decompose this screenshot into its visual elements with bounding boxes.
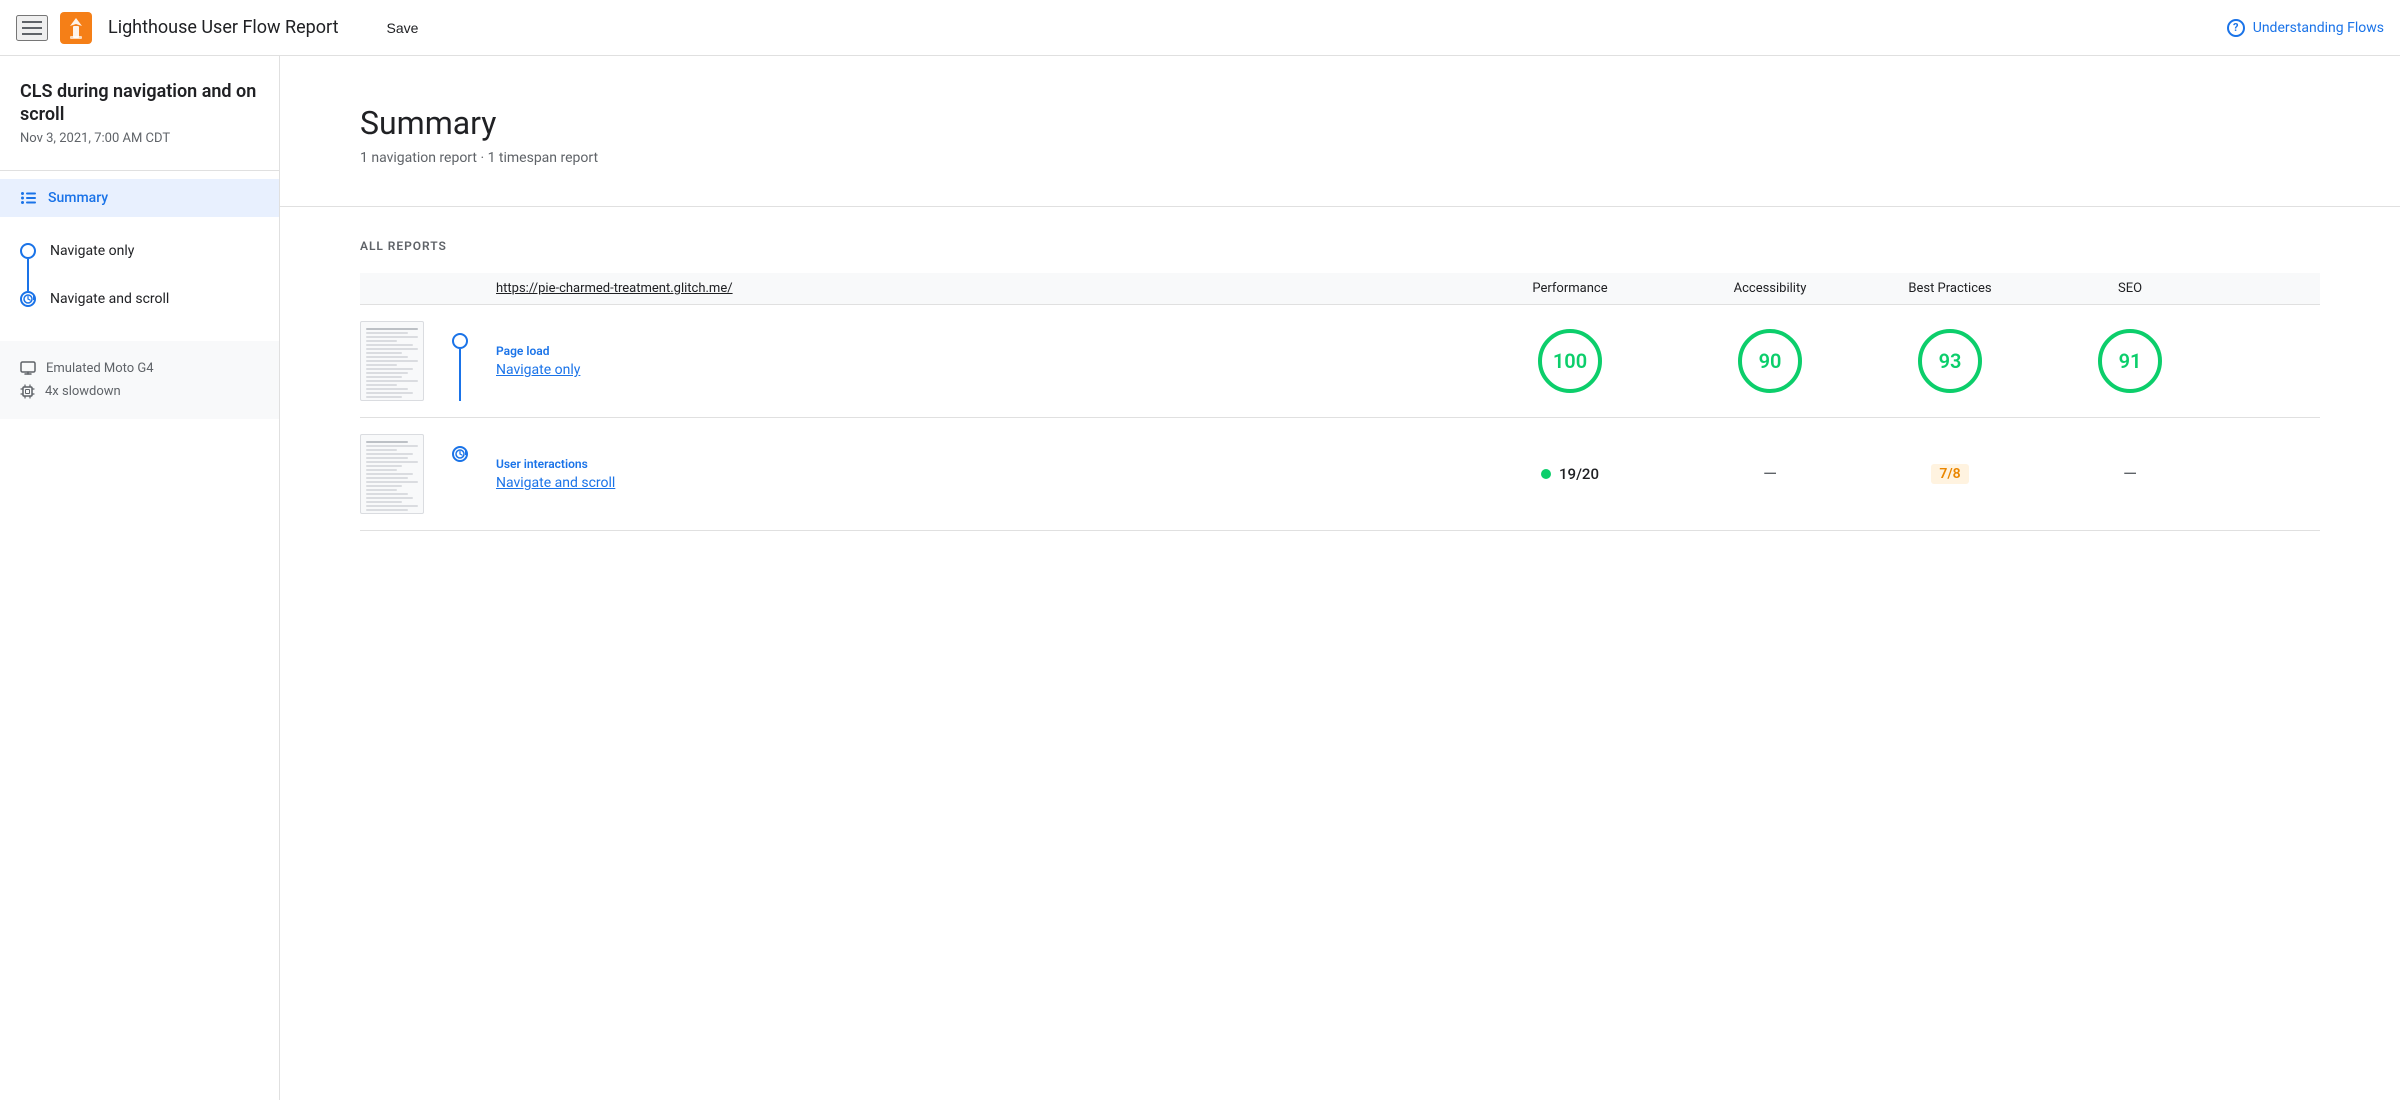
- score-circle-a11y-1: 90: [1738, 329, 1802, 393]
- row2-timeline: [440, 434, 480, 514]
- understanding-flows-label: Understanding Flows: [2253, 20, 2384, 36]
- header-left: Lighthouse User Flow Report Save: [16, 12, 430, 44]
- cpu-icon: [20, 384, 35, 399]
- device-label: Emulated Moto G4: [46, 361, 154, 376]
- lighthouse-logo: [60, 12, 92, 44]
- score-circle-perf-1: 100: [1538, 329, 1602, 393]
- understanding-flows-link[interactable]: ? Understanding Flows: [2227, 19, 2384, 37]
- report-row-2-info: User interactions Navigate and scroll: [480, 457, 1460, 491]
- timeline-dot-scroll: [20, 291, 36, 307]
- score-performance-2: 19/20: [1460, 465, 1680, 483]
- timeline-clock-2: [452, 446, 468, 462]
- timeline-dot-navigate: [20, 243, 36, 259]
- col-timeline-spacer: [440, 281, 480, 296]
- col-url-header: https://pie-charmed-treatment.glitch.me/: [480, 281, 1460, 296]
- table-row: User interactions Navigate and scroll 19…: [360, 418, 2320, 531]
- sidebar-item-summary[interactable]: Summary: [0, 179, 279, 217]
- slowdown-label: 4x slowdown: [45, 384, 121, 399]
- score-bestpractices-1: 93: [1860, 329, 2040, 393]
- sidebar-nav-navigate-only[interactable]: Navigate only: [50, 243, 134, 259]
- score-accessibility-1: 90: [1680, 329, 1860, 393]
- project-date: Nov 3, 2021, 7:00 AM CDT: [0, 131, 279, 166]
- main-content: Summary 1 navigation report · 1 timespan…: [280, 56, 2400, 1100]
- sidebar-nav-items: Navigate only Navigat: [0, 217, 279, 333]
- report-row-1-info: Page load Navigate only: [480, 344, 1460, 378]
- timespan-score-orange: 7/8: [1931, 464, 1968, 484]
- help-icon: ?: [2227, 19, 2245, 37]
- dash-1: —: [1763, 464, 1777, 485]
- col-seo-header: SEO: [2040, 281, 2220, 296]
- nav-timeline: Navigate only Navigat: [0, 233, 279, 317]
- col-best-practices-header: Best Practices: [1860, 281, 2040, 296]
- score-accessibility-2: —: [1680, 464, 1860, 485]
- sidebar-divider: [0, 170, 279, 171]
- project-title: CLS during navigation and on scroll: [0, 80, 279, 131]
- monitor-icon: [20, 361, 36, 375]
- row1-timeline: [440, 321, 480, 401]
- col-thumb-spacer: [360, 281, 440, 296]
- report-link-2[interactable]: Navigate and scroll: [496, 475, 615, 491]
- timespan-value-green: 19/20: [1559, 465, 1599, 483]
- list-icon: [20, 189, 38, 207]
- reports-section: ALL REPORTS https://pie-charmed-treatmen…: [280, 207, 2400, 563]
- table-column-headers: https://pie-charmed-treatment.glitch.me/…: [360, 273, 2320, 305]
- summary-section: Summary 1 navigation report · 1 timespan…: [280, 56, 2400, 207]
- timespan-dot: [1541, 469, 1551, 479]
- dash-2: —: [2123, 464, 2137, 485]
- col-performance-header: Performance: [1460, 281, 1680, 296]
- save-button[interactable]: Save: [374, 12, 430, 44]
- report-type-2: User interactions: [496, 457, 1460, 471]
- col-extra-spacer: [2220, 281, 2320, 296]
- device-slowdown: 4x slowdown: [20, 380, 259, 403]
- menu-button[interactable]: [16, 15, 48, 41]
- app-title: Lighthouse User Flow Report: [108, 17, 338, 38]
- timespan-score-green: 19/20: [1541, 465, 1599, 483]
- summary-heading: Summary: [360, 104, 2320, 142]
- score-circle-bp-1: 93: [1918, 329, 1982, 393]
- timeline-circle-1: [452, 333, 468, 349]
- score-circle-seo-1: 91: [2098, 329, 2162, 393]
- device-emulated: Emulated Moto G4: [20, 357, 259, 380]
- timeline-line-1: [27, 259, 29, 291]
- report-type-1: Page load: [496, 344, 1460, 358]
- all-reports-heading: ALL REPORTS: [360, 239, 2320, 253]
- col-accessibility-header: Accessibility: [1680, 281, 1860, 296]
- summary-subtext: 1 navigation report · 1 timespan report: [360, 150, 2320, 166]
- summary-label: Summary: [48, 190, 108, 206]
- report-thumbnail-1: [360, 321, 424, 401]
- sidebar: CLS during navigation and on scroll Nov …: [0, 56, 280, 1100]
- table-row: Page load Navigate only 100 90 93 91: [360, 305, 2320, 418]
- app-header: Lighthouse User Flow Report Save ? Under…: [0, 0, 2400, 56]
- report-link-1[interactable]: Navigate only: [496, 362, 580, 378]
- score-seo-1: 91: [2040, 329, 2220, 393]
- device-section: Emulated Moto G4 4x slowdown: [0, 341, 279, 419]
- score-seo-2: —: [2040, 464, 2220, 485]
- report-thumbnail-2: [360, 434, 424, 514]
- main-layout: CLS during navigation and on scroll Nov …: [0, 56, 2400, 1100]
- score-performance-1: 100: [1460, 329, 1680, 393]
- score-bestpractices-2: 7/8: [1860, 464, 2040, 484]
- timeline-line-r1: [459, 349, 461, 401]
- sidebar-nav-navigate-scroll[interactable]: Navigate and scroll: [50, 291, 169, 307]
